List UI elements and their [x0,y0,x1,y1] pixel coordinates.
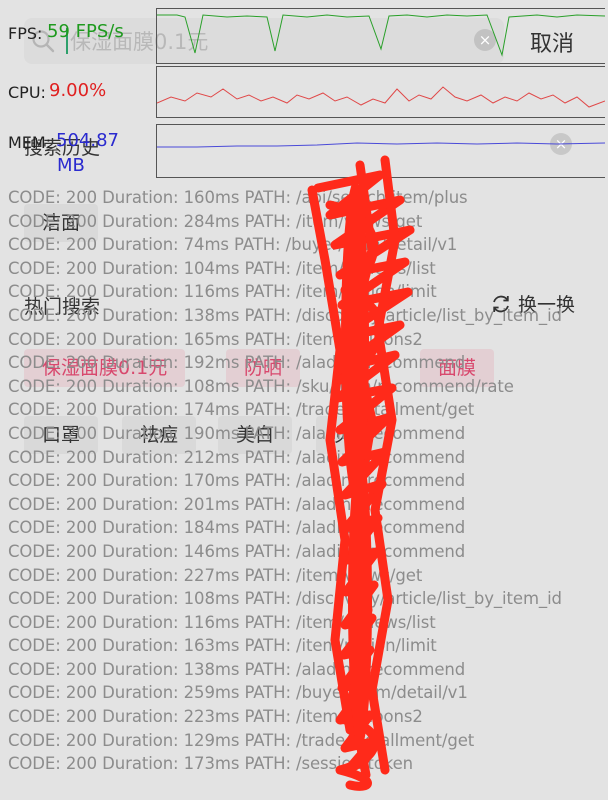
redaction-scribble [307,155,415,791]
